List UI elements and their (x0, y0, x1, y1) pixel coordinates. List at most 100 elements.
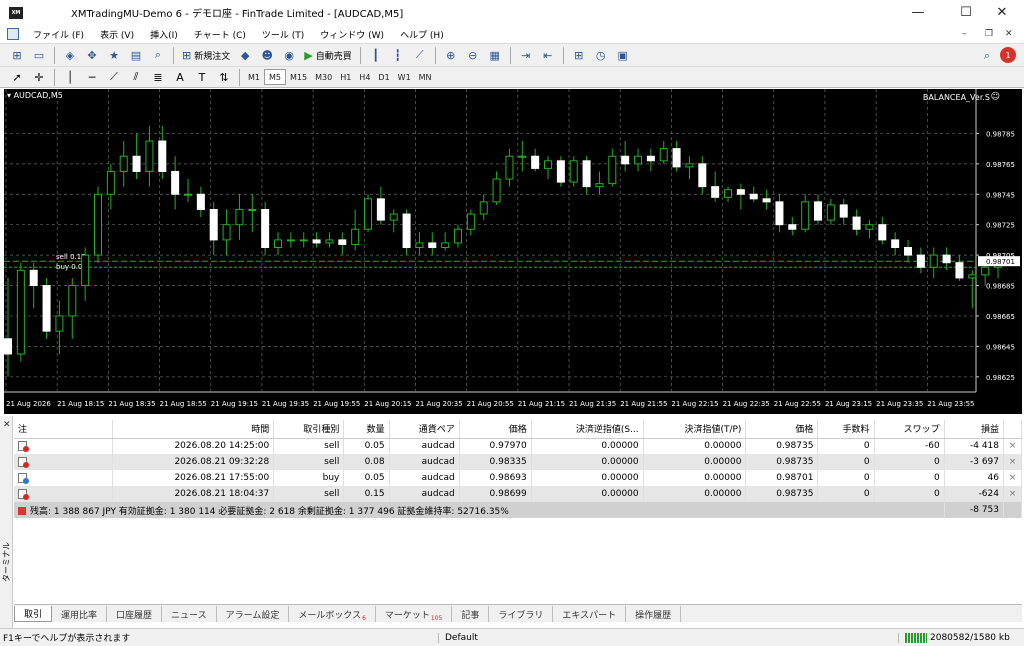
menu-file[interactable]: ファイル (F) (25, 28, 92, 41)
tab-10[interactable]: 操作履歴 (626, 606, 682, 622)
close-order-icon[interactable]: × (1003, 486, 1022, 502)
profiles-icon[interactable]: ▭ (30, 46, 48, 64)
table-row[interactable]: 2026.08.21 09:32:28 sell 0.08 audcad 0.98335… (14, 454, 1022, 470)
crosshair-icon[interactable]: ✛ (30, 68, 48, 86)
signals-icon[interactable]: ☻ (258, 46, 276, 64)
column-header[interactable]: 取引種別 (273, 420, 345, 439)
zoom-out-icon[interactable]: ⊖ (464, 46, 482, 64)
tab-6[interactable]: マーケット 105 (376, 606, 453, 622)
tab-9[interactable]: エキスパート (553, 606, 627, 622)
column-header[interactable]: 価格 (745, 420, 819, 439)
indicators-icon[interactable]: ⊞ (570, 46, 588, 64)
chart-window[interactable]: 0.98785 0.98765 0.98745 0.98725 0.98705 0.986… (4, 89, 1022, 414)
candlestick-chart-icon[interactable]: ┇ (389, 46, 407, 64)
data-window-icon[interactable]: ✥ (83, 46, 101, 64)
close-button[interactable]: ✕ (980, 0, 1024, 25)
menu-chart[interactable]: チャート (C) (186, 28, 254, 41)
drawing-toolbar: ➚ ✛ │ ─ ⟋ ⫽ ≣ A T ⇅ M1 M5 M15 M30 H1 H4 D1 W1 MN (0, 66, 1024, 88)
vertical-line-icon[interactable]: │ (61, 68, 79, 86)
column-header[interactable]: 注 (14, 420, 113, 439)
new-order-button[interactable]: ⊞ 新規注文 (178, 46, 234, 64)
timeframe-w1-button[interactable]: W1 (394, 69, 415, 85)
x-tick-label: 21 Aug 18:15 (57, 400, 104, 408)
timeframe-m1-button[interactable]: M1 (244, 69, 264, 85)
close-order-icon[interactable]: × (1003, 470, 1022, 486)
minimize-button[interactable]: — (896, 0, 940, 25)
arrows-icon[interactable]: ⇅ (215, 68, 233, 86)
trendline-icon[interactable]: ⟋ (105, 68, 123, 86)
vps-icon[interactable]: ◉ (280, 46, 298, 64)
status-profile[interactable]: Default (438, 632, 898, 643)
new-chart-icon[interactable]: ⊞ (8, 46, 26, 64)
tab-4[interactable]: アラーム設定 (217, 606, 290, 622)
cursor-icon[interactable]: ➚ (8, 68, 26, 86)
timeframe-h1-button[interactable]: H1 (336, 69, 355, 85)
column-header[interactable]: 価格 (459, 420, 532, 439)
menu-insert[interactable]: 挿入(I) (142, 28, 186, 41)
timeframe-m30-button[interactable]: M30 (311, 69, 336, 85)
column-header[interactable]: スワップ (874, 420, 945, 439)
table-row[interactable]: 2026.08.21 17:55:00 buy 0.05 audcad 0.98693 0… (14, 470, 1022, 486)
timeframe-d1-button[interactable]: D1 (374, 69, 393, 85)
tab-badge: 105 (430, 615, 443, 622)
chart-window-icon[interactable] (7, 28, 19, 40)
metaeditor-icon[interactable]: ◆ (236, 46, 254, 64)
horizontal-line-icon[interactable]: ─ (83, 68, 101, 86)
search-icon[interactable]: ⌕ (978, 47, 996, 65)
timeframe-mn-button[interactable]: MN (415, 69, 436, 85)
table-row[interactable]: 2026.08.21 18:04:37 sell 0.15 audcad 0.98699… (14, 486, 1022, 502)
status-connection[interactable]: 2080582/1580 kb (898, 632, 1010, 643)
text-icon[interactable]: A (171, 68, 189, 86)
timeframe-m5-button[interactable]: M5 (264, 69, 286, 85)
tab-1[interactable]: 運用比率 (52, 606, 108, 622)
tile-windows-icon[interactable]: ▦ (486, 46, 504, 64)
column-header[interactable]: 数量 (343, 420, 390, 439)
templates-icon[interactable]: ▣ (614, 46, 632, 64)
table-row[interactable]: 2026.08.20 14:25:00 sell 0.05 audcad 0.97970… (14, 438, 1022, 454)
mdi-restore-icon[interactable]: ❐ (985, 29, 993, 39)
timeframe-h4-button[interactable]: H4 (355, 69, 374, 85)
column-header[interactable]: 通貨ペア (389, 420, 460, 439)
terminal-close-icon[interactable]: ✕ (3, 420, 11, 430)
auto-scroll-icon[interactable]: ⇥ (517, 46, 535, 64)
column-header[interactable]: 損益 (944, 420, 1005, 439)
fibonacci-icon[interactable]: ≣ (149, 68, 167, 86)
periods-icon[interactable]: ◷ (592, 46, 610, 64)
x-tick-label: 21 Aug 22:55 (774, 400, 821, 408)
strategy-tester-icon[interactable]: ⌕ (149, 46, 167, 64)
menu-help[interactable]: ヘルプ (H) (392, 28, 452, 41)
mdi-close-icon[interactable]: ✕ (1005, 29, 1013, 39)
zoom-in-icon[interactable]: ⊕ (442, 46, 460, 64)
line-chart-icon[interactable]: ⟋ (411, 46, 429, 64)
candle-bull (595, 183, 604, 188)
chart-shift-icon[interactable]: ⇤ (539, 46, 557, 64)
market-watch-icon[interactable]: ◈ (61, 46, 79, 64)
column-header[interactable]: 決済逆指値(S... (531, 420, 644, 439)
terminal-icon[interactable]: ▤ (127, 46, 145, 64)
close-order-icon[interactable]: × (1003, 438, 1022, 454)
tab-3[interactable]: ニュース (162, 606, 217, 622)
label-icon[interactable]: T (193, 68, 211, 86)
column-header[interactable]: 時間 (112, 420, 275, 439)
tab-8[interactable]: ライブラリ (489, 606, 554, 622)
tab-7[interactable]: 記事 (452, 606, 490, 622)
navigator-icon[interactable]: ★ (105, 46, 123, 64)
mdi-minimize-icon[interactable]: – (962, 29, 967, 39)
balance-summary: 残高: 1 388 867 JPY 有効証拠金: 1 380 114 必要証拠金… (14, 502, 945, 518)
auto-trading-button[interactable]: ▶ 自動売買 (300, 46, 355, 64)
menu-view[interactable]: 表示 (V) (92, 28, 142, 41)
tab-5[interactable]: メールボックス 6 (289, 606, 376, 622)
column-header[interactable]: 決済指値(T/P) (643, 420, 747, 439)
x-tick-label: 21 Aug 19:15 (211, 400, 258, 408)
close-order-icon[interactable]: × (1003, 454, 1022, 470)
channel-icon[interactable]: ⫽ (127, 68, 145, 86)
column-header[interactable]: 手数料 (817, 420, 875, 439)
menu-window[interactable]: ウィンドウ (W) (312, 28, 392, 41)
candlestick-chart[interactable]: 0.987850.987650.987450.987250.987050.986… (4, 89, 1022, 414)
tab-2[interactable]: 口座履歴 (107, 606, 163, 622)
bar-chart-icon[interactable]: ┃ (367, 46, 385, 64)
notification-badge[interactable]: 1 (1000, 47, 1016, 63)
menu-tools[interactable]: ツール (T) (254, 28, 312, 41)
timeframe-m15-button[interactable]: M15 (286, 69, 311, 85)
tab-0[interactable]: 取引 (14, 606, 53, 622)
